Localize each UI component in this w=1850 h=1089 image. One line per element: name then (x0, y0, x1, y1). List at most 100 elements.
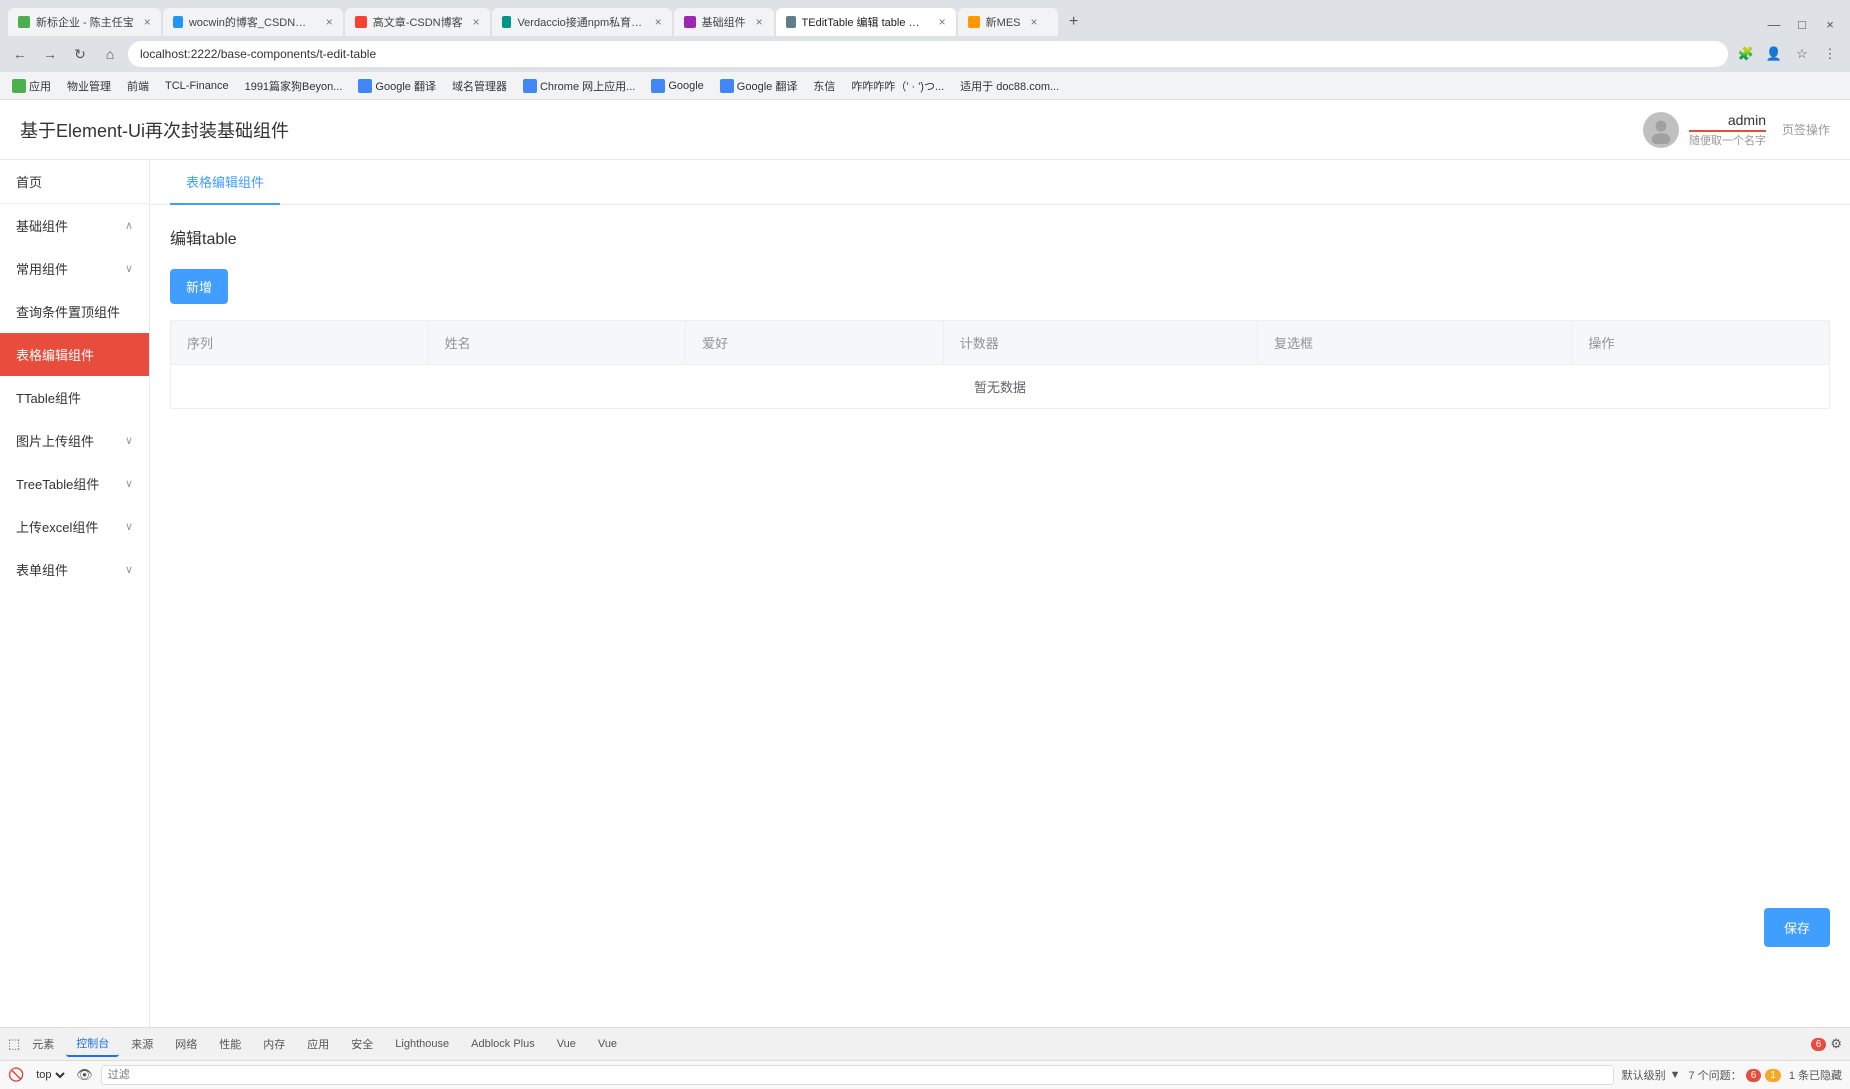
bookmark-frontend[interactable]: 前端 (123, 76, 153, 96)
bookmark-chrome-web[interactable]: Chrome 网上应用... (519, 76, 639, 96)
sidebar: 首页 基础组件 ∧ 常用组件 ∨ 查询条件置顶组件 表格编辑组件 TTable组… (0, 160, 150, 1027)
sidebar-item-treetable[interactable]: TreeTable组件 ∨ (0, 462, 149, 505)
devtools-tab-vue2[interactable]: Vue (588, 1034, 627, 1054)
devtools-settings-icon[interactable]: ⚙ (1830, 1036, 1842, 1052)
chevron-excel-upload: ∨ (125, 520, 133, 533)
save-button[interactable]: 保存 (1764, 908, 1830, 947)
no-data-cell: 暂无数据 (171, 365, 1830, 409)
forward-button[interactable]: → (38, 42, 62, 66)
devtools-tab-lighthouse[interactable]: Lighthouse (385, 1034, 459, 1054)
address-bar: ← → ↻ ⌂ 🧩 👤 ☆ ⋮ (0, 36, 1850, 72)
bookmark-google[interactable]: Google (647, 77, 707, 95)
devtools-tab-elements[interactable]: 元素 (22, 1032, 64, 1056)
tab-close-1[interactable]: × (326, 15, 333, 29)
devtools-tab-memory[interactable]: 内存 (253, 1032, 295, 1056)
refresh-button[interactable]: ↻ (68, 42, 92, 66)
devtools-tab-adblock[interactable]: Adblock Plus (461, 1034, 545, 1054)
devtools-eye-icon[interactable]: 👁 (76, 1067, 93, 1083)
tab-bar: 新标企业 - 陈主任宝 × wocwin的博客_CSDN博客-基... × 高文… (0, 0, 1850, 36)
maximize-icon[interactable]: □ (1790, 12, 1814, 36)
sidebar-item-common[interactable]: 常用组件 ∨ (0, 247, 149, 290)
sidebar-item-basic[interactable]: 基础组件 ∧ (0, 204, 149, 247)
tab-close-3[interactable]: × (655, 15, 662, 29)
bookmarks-bar: 应用 物业管理 前端 TCL-Finance 1991篇家狗Beyon... G… (0, 72, 1850, 100)
tab-close-0[interactable]: × (144, 15, 151, 29)
devtools-tab-sources[interactable]: 来源 (121, 1032, 163, 1056)
tab-close-2[interactable]: × (473, 15, 480, 29)
browser-chrome: 新标企业 - 陈主任宝 × wocwin的博客_CSDN博客-基... × 高文… (0, 0, 1850, 72)
bookmark-咋咋[interactable]: 咋咋咋咋（' · ')つ... (847, 76, 948, 96)
star-icon[interactable]: ☆ (1790, 42, 1814, 66)
bookmark-apps[interactable]: 应用 (8, 76, 55, 96)
sidebar-item-table-edit[interactable]: 表格编辑组件 (0, 333, 149, 376)
window-close-icon[interactable]: × (1818, 12, 1842, 36)
devtools-tab-console[interactable]: 控制台 (66, 1031, 119, 1057)
bookmark-dongxin[interactable]: 东信 (809, 76, 839, 96)
new-tab-button[interactable]: + (1060, 8, 1088, 36)
tab-close-6[interactable]: × (1031, 15, 1038, 29)
col-header-counter: 计数器 (943, 321, 1257, 365)
devtools-inspect-icon[interactable]: ⬚ (8, 1036, 20, 1052)
devtools-top-select[interactable]: top (32, 1068, 68, 1082)
avatar (1643, 112, 1679, 148)
bookmark-property[interactable]: 物业管理 (63, 76, 115, 96)
col-header-checkbox: 复选框 (1258, 321, 1572, 365)
tab-close-5[interactable]: × (939, 15, 946, 29)
chevron-basic: ∧ (125, 219, 133, 232)
bookmark-1991[interactable]: 1991篇家狗Beyon... (241, 76, 347, 96)
browser-tab-1[interactable]: wocwin的博客_CSDN博客-基... × (163, 8, 343, 36)
devtools-tab-application[interactable]: 应用 (297, 1032, 339, 1056)
no-data-row: 暂无数据 (171, 365, 1830, 409)
devtools-hidden-count: 1 条已隐藏 (1789, 1067, 1842, 1083)
browser-tab-6[interactable]: 新MES × (958, 8, 1058, 36)
sidebar-item-home[interactable]: 首页 (0, 160, 149, 203)
page-ops-button[interactable]: 页签操作 (1782, 121, 1830, 138)
add-button[interactable]: 新增 (170, 269, 228, 304)
devtools-tab-performance[interactable]: 性能 (209, 1032, 251, 1056)
devtools-tab-vue1[interactable]: Vue (547, 1034, 586, 1054)
app-title: 基于Element-Ui再次封装基础组件 (20, 117, 289, 143)
col-header-name: 姓名 (428, 321, 686, 365)
chevron-treetable: ∨ (125, 477, 133, 490)
devtools-tab-security[interactable]: 安全 (341, 1032, 383, 1056)
browser-tab-5[interactable]: TEditTable 编辑 table 组件 | w... × (776, 8, 956, 36)
sidebar-item-form[interactable]: 表单组件 ∨ (0, 548, 149, 591)
back-button[interactable]: ← (8, 42, 32, 66)
bookmark-google-translate2[interactable]: Google 翻译 (716, 76, 802, 96)
sidebar-item-excel-upload[interactable]: 上传excel组件 ∨ (0, 505, 149, 548)
minimize-icon[interactable]: — (1762, 12, 1786, 36)
address-input[interactable] (128, 41, 1728, 67)
section-title: 编辑table (170, 225, 1830, 249)
bookmark-domain[interactable]: 域名管理器 (448, 76, 511, 96)
sidebar-item-image-upload[interactable]: 图片上传组件 ∨ (0, 419, 149, 462)
sidebar-item-ttable[interactable]: TTable组件 (0, 376, 149, 419)
bookmark-doc88[interactable]: 适用于 doc88.com... (956, 76, 1063, 96)
tab-close-4[interactable]: × (756, 15, 763, 29)
home-button[interactable]: ⌂ (98, 42, 122, 66)
profile-icon[interactable]: 👤 (1762, 42, 1786, 66)
chevron-form: ∨ (125, 563, 133, 576)
data-table: 序列 姓名 爱好 计数器 复选框 操作 暂无数据 (170, 320, 1830, 409)
devtools-level-select[interactable]: 默认级别 ▼ (1622, 1067, 1681, 1083)
browser-tab-0[interactable]: 新标企业 - 陈主任宝 × (8, 8, 161, 36)
devtools-clear-icon[interactable]: 🚫 (8, 1067, 24, 1083)
table-actions: 新增 (170, 269, 1830, 304)
table-header: 序列 姓名 爱好 计数器 复选框 操作 (171, 321, 1830, 365)
devtools-filter-input[interactable] (101, 1065, 1614, 1085)
devtools-issues-count: 7 个问题： 6 1 (1689, 1067, 1781, 1083)
bookmark-google-translate1[interactable]: Google 翻译 (354, 76, 440, 96)
browser-tab-4[interactable]: 基础组件 × (674, 8, 774, 36)
browser-tab-2[interactable]: 高文章-CSDN博客 × (345, 8, 490, 36)
browser-tab-3[interactable]: Verdaccio接通npm私育经务析... × (492, 8, 672, 36)
user-info: admin 随便取一个名字 (1689, 112, 1766, 148)
bookmark-tcl[interactable]: TCL-Finance (161, 78, 233, 94)
devtools-tab-network[interactable]: 网络 (165, 1032, 207, 1056)
tab-table-edit[interactable]: 表格编辑组件 (170, 160, 280, 205)
settings-icon[interactable]: ⋮ (1818, 42, 1842, 66)
col-header-hobby: 爱好 (686, 321, 944, 365)
table-header-row: 序列 姓名 爱好 计数器 复选框 操作 (171, 321, 1830, 365)
extensions-icon[interactable]: 🧩 (1734, 42, 1758, 66)
main-layout: 首页 基础组件 ∧ 常用组件 ∨ 查询条件置顶组件 表格编辑组件 TTable组… (0, 160, 1850, 1027)
sidebar-item-query[interactable]: 查询条件置顶组件 (0, 290, 149, 333)
devtools-error-count: 6 (1746, 1069, 1762, 1082)
